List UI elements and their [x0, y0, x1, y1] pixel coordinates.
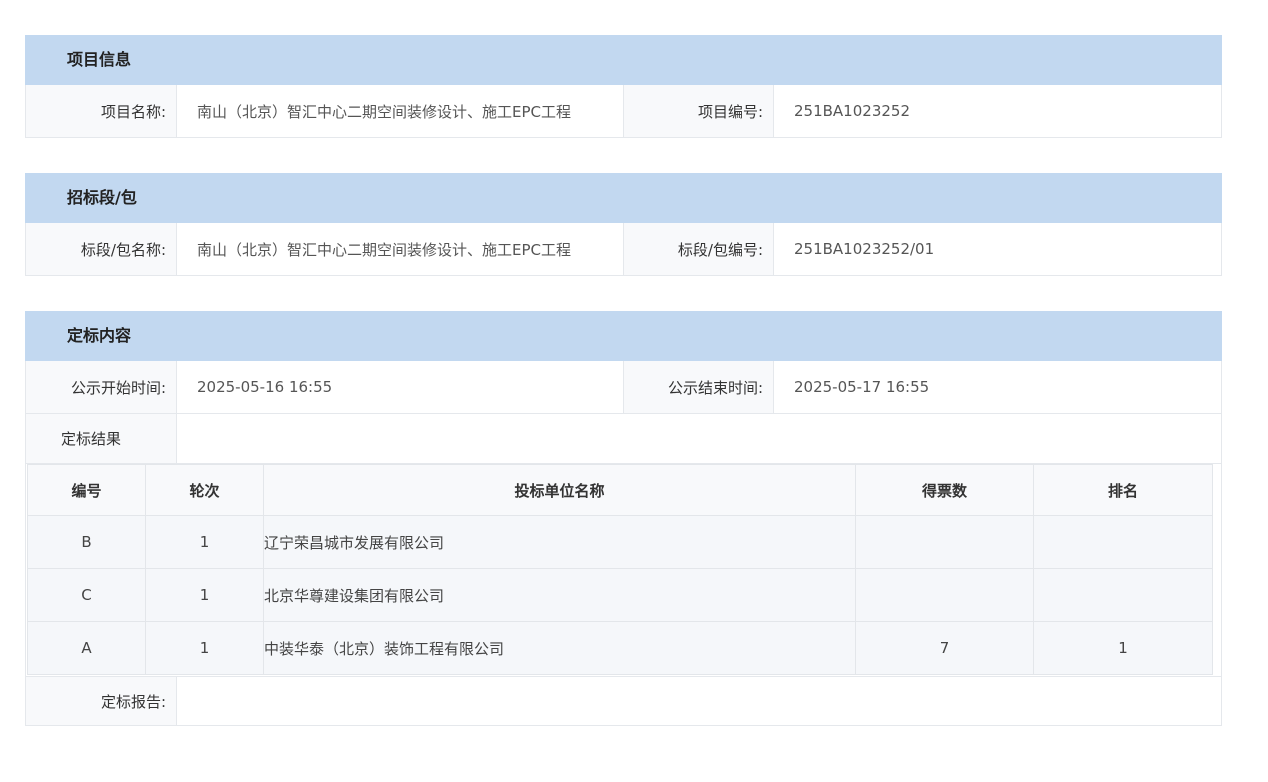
publicity-end-value: 2025-05-17 16:55 — [794, 378, 930, 396]
project-code-label: 项目编号: — [623, 85, 774, 137]
table-row: A 1 中装华泰（北京）装饰工程有限公司 7 1 — [27, 621, 1213, 675]
bidder-votes — [855, 515, 1034, 569]
award-header: 定标内容 — [25, 311, 1222, 361]
bidder-round: 1 — [145, 621, 264, 675]
section-name-value: 南山（北京）智汇中心二期空间装修设计、施工EPC工程 — [197, 240, 571, 259]
col-round-header: 轮次 — [145, 464, 264, 516]
bidder-code: A — [27, 621, 146, 675]
bidder-round: 1 — [145, 568, 264, 622]
bid-section: 招标段/包 标段/包名称: 南山（北京）智汇中心二期空间装修设计、施工EPC工程… — [25, 173, 1222, 276]
bidder-company: 辽宁荣昌城市发展有限公司 — [263, 515, 856, 569]
project-code-value: 251BA1023252 — [794, 102, 910, 120]
award-report-value — [177, 677, 1221, 725]
award-result-row: 定标结果 — [25, 414, 1222, 464]
award-result-label: 定标结果 — [26, 414, 177, 463]
bid-section-row: 标段/包名称: 南山（北京）智汇中心二期空间装修设计、施工EPC工程 标段/包编… — [25, 223, 1222, 276]
project-info-header: 项目信息 — [25, 35, 1222, 85]
bidder-code: B — [27, 515, 146, 569]
project-info-section: 项目信息 项目名称: 南山（北京）智汇中心二期空间装修设计、施工EPC工程 项目… — [25, 35, 1222, 138]
section-code-value: 251BA1023252/01 — [794, 240, 935, 258]
bidder-company: 中装华泰（北京）装饰工程有限公司 — [263, 621, 856, 675]
award-result-table-wrap: 编号 轮次 投标单位名称 得票数 排名 B 1 辽宁荣昌城市发展有限公司 C 1… — [25, 464, 1222, 676]
bidder-company: 北京华尊建设集团有限公司 — [263, 568, 856, 622]
bidder-rank — [1033, 568, 1213, 622]
table-row: C 1 北京华尊建设集团有限公司 — [27, 568, 1213, 622]
publicity-start-label: 公示开始时间: — [26, 361, 177, 413]
publicity-end-label: 公示结束时间: — [623, 361, 774, 413]
publicity-time-row: 公示开始时间: 2025-05-16 16:55 公示结束时间: 2025-05… — [25, 361, 1222, 414]
bid-section-header: 招标段/包 — [25, 173, 1222, 223]
table-row: B 1 辽宁荣昌城市发展有限公司 — [27, 515, 1213, 569]
award-result-table: 编号 轮次 投标单位名称 得票数 排名 B 1 辽宁荣昌城市发展有限公司 C 1… — [27, 464, 1213, 675]
publicity-start-value: 2025-05-16 16:55 — [197, 378, 333, 396]
bidder-round: 1 — [145, 515, 264, 569]
section-name-label: 标段/包名称: — [26, 223, 177, 275]
table-header-row: 编号 轮次 投标单位名称 得票数 排名 — [27, 464, 1213, 516]
award-report-label: 定标报告: — [26, 677, 177, 725]
col-votes-header: 得票数 — [855, 464, 1034, 516]
award-section: 定标内容 公示开始时间: 2025-05-16 16:55 公示结束时间: 20… — [25, 311, 1222, 726]
award-report-row: 定标报告: — [25, 676, 1222, 726]
bidder-code: C — [27, 568, 146, 622]
bidder-rank: 1 — [1033, 621, 1213, 675]
col-company-header: 投标单位名称 — [263, 464, 856, 516]
col-rank-header: 排名 — [1033, 464, 1213, 516]
project-name-label: 项目名称: — [26, 85, 177, 137]
bidder-rank — [1033, 515, 1213, 569]
bidder-votes — [855, 568, 1034, 622]
project-info-row: 项目名称: 南山（北京）智汇中心二期空间装修设计、施工EPC工程 项目编号: 2… — [25, 85, 1222, 138]
award-result-value — [177, 414, 1221, 463]
col-code-header: 编号 — [27, 464, 146, 516]
bidder-votes: 7 — [855, 621, 1034, 675]
project-name-value: 南山（北京）智汇中心二期空间装修设计、施工EPC工程 — [197, 102, 571, 121]
section-code-label: 标段/包编号: — [623, 223, 774, 275]
